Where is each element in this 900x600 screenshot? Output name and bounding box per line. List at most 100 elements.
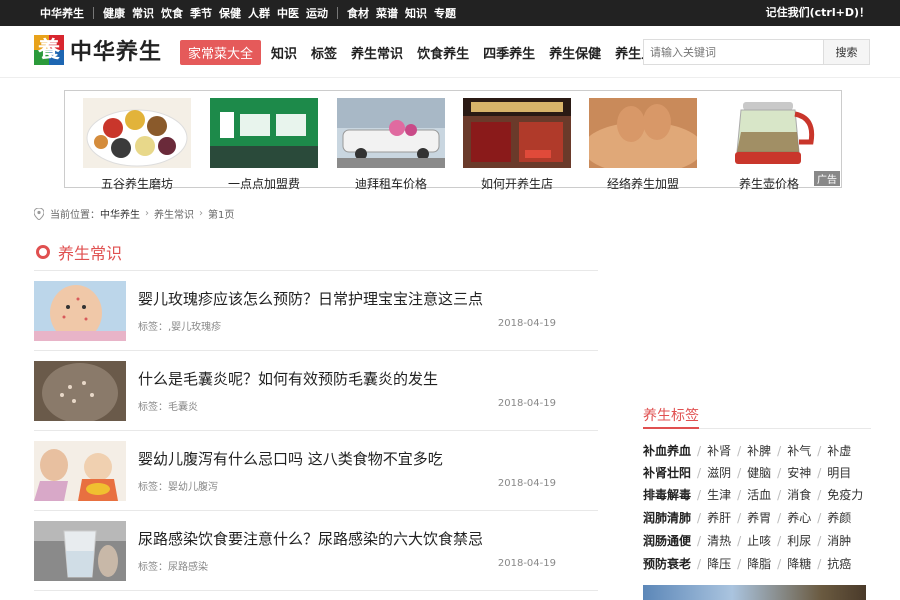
article-title[interactable]: 什么是毛囊炎呢？如何有效预防毛囊炎的发生 [138,368,438,389]
tag-link[interactable]: 补脾 [747,444,771,458]
topbar-link-care[interactable]: 保健 [219,5,241,21]
tag-link[interactable]: 补血养血 [643,444,691,458]
tag-link[interactable]: 养颜 [827,511,851,525]
topbar-link-season[interactable]: 季节 [190,5,212,21]
article-tags[interactable]: 标签：尿路感染 [138,558,208,573]
breadcrumb-section[interactable]: 养生常识 [154,206,194,221]
sidebar-banner-image[interactable] [643,585,866,600]
tag-link[interactable]: 止咳 [747,534,771,548]
tag-link[interactable]: 生津 [707,488,731,502]
tag-link[interactable]: 养胃 [747,511,771,525]
ad-item[interactable]: 如何开养生店 [463,98,571,192]
baby-rash-image [34,281,126,341]
section-title-text: 养生常识 [58,244,123,263]
topbar-link-sport[interactable]: 运动 [306,5,328,21]
header: 養 中华养生 家常菜大全 知识 标签 养生常识 饮食养生 四季养生 养生保健 养… [0,26,900,78]
breadcrumb-home[interactable]: 中华养生 [100,206,140,221]
article-date: 2018-04-19 [497,318,556,329]
nav-item-common[interactable]: 养生常识 [351,43,403,62]
bookmark-hint: 记住我们(ctrl+D)！ [765,6,870,19]
tag-link[interactable]: 清热 [707,534,731,548]
article-tags[interactable]: 标签：,婴儿玫瑰疹 [138,318,221,333]
ad-item[interactable]: 养生壶价格 [715,98,823,192]
logo-icon: 養 [34,35,64,65]
tag-link[interactable]: 明目 [827,466,851,480]
topbar-home-link[interactable]: 中华养生 [40,5,84,21]
ad-item[interactable]: 经络养生加盟 [583,98,703,192]
tag-link[interactable]: 利尿 [787,534,811,548]
ad-caption: 经络养生加盟 [606,177,679,191]
article-title[interactable]: 婴儿玫瑰疹应该怎么预防？日常护理宝宝注意这三点 [138,288,483,309]
ad-item[interactable]: 五谷养生磨坊 [83,98,191,192]
tag-link[interactable]: 降压 [707,557,731,571]
topbar-link-knowledge[interactable]: 知识 [405,5,427,21]
topbar-link-ingredients[interactable]: 食材 [347,5,369,21]
tag-link[interactable]: 消肿 [827,534,851,548]
nav-item-seasons[interactable]: 四季养生 [483,43,535,62]
divider [93,7,94,19]
ad-item[interactable]: 一点点加盟费 [210,98,318,192]
nav-item-knowledge[interactable]: 知识 [271,43,297,62]
tag-row: 润肺清肺 / 养肝 / 养胃 / 养心 / 养颜 [643,511,852,525]
topbar-link-common[interactable]: 常识 [132,5,154,21]
article-tags[interactable]: 标签：毛囊炎 [138,398,198,413]
tag-link[interactable]: 补虚 [827,444,851,458]
tag-link[interactable]: 降脂 [747,557,771,571]
tag-link[interactable]: 排毒解毒 [643,488,691,502]
article-item[interactable]: 婴幼儿腹泻有什么忌口吗 这八类食物不宜多吃 标签：婴幼儿腹泻 2018-04-1… [34,431,598,511]
chevron-right-icon: › [199,208,203,219]
tag-link[interactable]: 补肾 [707,444,731,458]
article-title[interactable]: 尿路感染饮食要注意什么？尿路感染的六大饮食禁忌 [138,528,483,549]
topbar-link-health[interactable]: 健康 [103,5,125,21]
tag-link[interactable]: 补肾壮阳 [643,466,691,480]
tag-link[interactable]: 免疫力 [827,488,863,502]
ad-caption: 一点点加盟费 [227,177,300,191]
tag-link[interactable]: 健脑 [747,466,771,480]
tag-row: 润肠通便 / 清热 / 止咳 / 利尿 / 消肿 [643,534,852,548]
nav-hot-button[interactable]: 家常菜大全 [180,40,262,65]
tag-link[interactable]: 安神 [787,466,811,480]
breadcrumb-prefix: 当前位置： [50,210,100,221]
article-item[interactable]: 尿路感染饮食要注意什么？尿路感染的六大饮食禁忌 标签：尿路感染 2018-04-… [34,511,598,591]
article-date: 2018-04-19 [497,478,556,489]
tag-link[interactable]: 养肝 [707,511,731,525]
tag-link[interactable]: 润肠通便 [643,534,691,548]
topbar-link-diet[interactable]: 饮食 [161,5,183,21]
topbar-link-people[interactable]: 人群 [248,5,270,21]
tag-link[interactable]: 活血 [747,488,771,502]
nav-item-diet[interactable]: 饮食养生 [417,43,469,62]
tag-link[interactable]: 润肺清肺 [643,511,691,525]
search-box: 搜索 [643,39,870,65]
tag-link[interactable]: 预防衰老 [643,557,691,571]
tag-link[interactable]: 补气 [787,444,811,458]
search-input[interactable] [644,40,823,64]
nav-item-tags[interactable]: 标签 [311,43,337,62]
search-button[interactable]: 搜索 [823,40,869,64]
nav-item-care[interactable]: 养生保健 [549,43,601,62]
scalp-image [34,361,126,421]
tag-link[interactable]: 降糖 [787,557,811,571]
shop-sign-image [210,98,318,168]
ad-caption: 迪拜租车价格 [354,177,427,191]
ad-item[interactable]: 迪拜租车价格 [337,98,445,192]
massage-image [583,98,703,174]
tag-link[interactable]: 抗癌 [827,557,851,571]
article-item[interactable]: 什么是毛囊炎呢？如何有效预防毛囊炎的发生 标签：毛囊炎 2018-04-19 [34,351,598,431]
limousine-image [337,98,445,168]
topbar-link-recipes[interactable]: 菜谱 [376,5,398,21]
chevron-right-icon: › [145,208,149,219]
grain-bowl-image [83,98,191,168]
tag-link[interactable]: 消食 [787,488,811,502]
article-tags[interactable]: 标签：婴幼儿腹泻 [138,478,218,493]
toddler-eating-image [34,441,126,501]
tag-link[interactable]: 滋阴 [707,466,731,480]
article-title[interactable]: 婴幼儿腹泻有什么忌口吗 这八类食物不宜多吃 [138,448,443,469]
topbar-link-tcm[interactable]: 中医 [277,5,299,21]
tag-link[interactable]: 养心 [787,511,811,525]
article-item[interactable]: 婴儿玫瑰疹应该怎么预防？日常护理宝宝注意这三点 标签：,婴儿玫瑰疹 2018-0… [34,271,598,351]
circle-icon [36,245,50,259]
article-date: 2018-04-19 [497,398,556,409]
ad-banner: 五谷养生磨坊 一点点加盟费 迪拜租车价格 如何开养生店 经络养生加盟 养生壶价格… [64,90,842,191]
site-logo[interactable]: 養 中华养生 [34,34,162,66]
topbar-link-topics[interactable]: 专题 [434,5,456,21]
